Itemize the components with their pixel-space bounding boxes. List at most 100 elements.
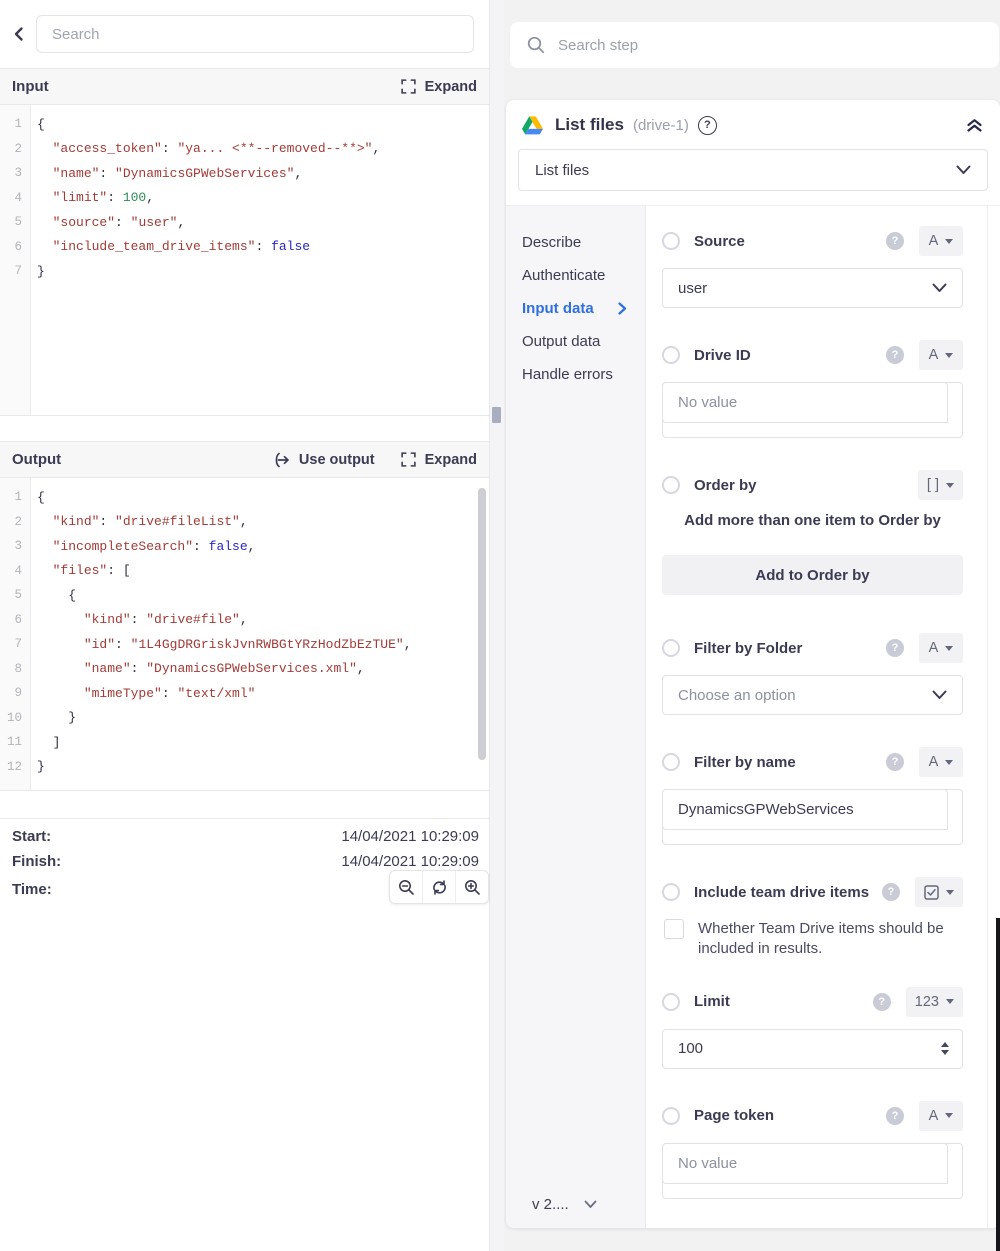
- nav-item-label: Input data: [522, 300, 594, 317]
- help-icon[interactable]: ?: [886, 346, 904, 364]
- page-token-input-value: No value: [678, 1155, 737, 1172]
- help-icon[interactable]: ?: [873, 993, 891, 1011]
- input-expand-button[interactable]: Expand: [401, 79, 477, 95]
- window-scrollbar[interactable]: [996, 918, 1000, 1251]
- back-button[interactable]: [2, 17, 36, 51]
- nav-item-input-data[interactable]: Input data: [506, 292, 645, 325]
- double-chevron-up-icon: [965, 116, 984, 134]
- help-icon[interactable]: ?: [886, 232, 904, 250]
- drive-id-input[interactable]: No value: [662, 382, 948, 423]
- drive-id-input-container[interactable]: No value: [662, 382, 963, 438]
- expand-label: Expand: [425, 79, 477, 95]
- type-badge-label: 123: [915, 994, 939, 1010]
- start-value: 14/04/2021 10:29:09: [341, 828, 479, 845]
- type-badge-label: [ ]: [927, 477, 939, 493]
- order-by-type-selector[interactable]: [ ]: [918, 470, 963, 500]
- drive-id-connect-radio[interactable]: [662, 346, 680, 364]
- filter-by-folder-connect-radio[interactable]: [662, 639, 680, 657]
- help-icon[interactable]: ?: [886, 1107, 904, 1125]
- log-topbar: [0, 0, 489, 68]
- filter-by-name-input-container[interactable]: DynamicsGPWebServices: [662, 789, 963, 845]
- start-row: Start: 14/04/2021 10:29:09: [0, 819, 489, 847]
- code-text: "mimeType": "text/xml": [30, 686, 255, 701]
- filter-by-name-connect-radio[interactable]: [662, 753, 680, 771]
- stepper-up-icon[interactable]: [941, 1042, 949, 1047]
- step-help-icon[interactable]: ?: [698, 116, 717, 135]
- output-scrollbar-thumb[interactable]: [478, 488, 486, 760]
- line-number: 4: [0, 191, 30, 205]
- limit-stepper[interactable]: [941, 1042, 949, 1055]
- output-code-line: 10 }: [0, 706, 489, 731]
- input-code-line: 6 "include_team_drive_items": false: [0, 235, 489, 260]
- input-code-line: 4 "limit": 100,: [0, 186, 489, 211]
- line-number: 5: [0, 215, 30, 229]
- code-text: "kind": "drive#fileList",: [30, 514, 248, 529]
- code-text: "include_team_drive_items": false: [30, 239, 310, 254]
- refresh-button[interactable]: [422, 871, 455, 903]
- filter-by-folder-select[interactable]: Choose an option: [662, 675, 963, 715]
- zoom-in-icon: [464, 879, 481, 896]
- output-panel-header: Output Use output Expand: [0, 441, 489, 478]
- drive-id-type-selector[interactable]: A: [919, 340, 963, 370]
- limit-connect-radio[interactable]: [662, 993, 680, 1011]
- field-label: Page token: [694, 1107, 886, 1124]
- source-type-selector[interactable]: A: [919, 226, 963, 256]
- page-token-input-container[interactable]: No value: [662, 1143, 963, 1199]
- pane-resize-handle[interactable]: [492, 407, 501, 423]
- order-by-connect-radio[interactable]: [662, 476, 680, 494]
- zoom-out-button[interactable]: [390, 871, 422, 903]
- include-team-drive-items-type-selector[interactable]: [915, 877, 963, 907]
- source-select[interactable]: user: [662, 268, 963, 308]
- version-picker[interactable]: v 2....: [532, 1196, 597, 1213]
- include-team-drive-items-connect-radio[interactable]: [662, 883, 680, 901]
- filter-by-folder-type-selector[interactable]: A: [919, 633, 963, 663]
- source-connect-radio[interactable]: [662, 232, 680, 250]
- help-icon[interactable]: ?: [882, 883, 900, 901]
- nav-item-output-data[interactable]: Output data: [506, 325, 645, 358]
- add-to-order-by-button[interactable]: Add to Order by: [662, 555, 963, 595]
- filter-by-name-type-selector[interactable]: A: [919, 747, 963, 777]
- time-label: Time:: [12, 881, 52, 898]
- help-icon[interactable]: ?: [886, 639, 904, 657]
- caret-down-icon: [945, 760, 953, 765]
- step-search-input[interactable]: [558, 37, 982, 54]
- limit-type-selector[interactable]: 123: [906, 987, 963, 1017]
- search-icon: [527, 36, 545, 54]
- include-team-drive-items-checkbox[interactable]: [664, 919, 684, 939]
- page-token-type-selector[interactable]: A: [919, 1101, 963, 1131]
- code-text: {: [30, 490, 45, 505]
- collapse-panel-button[interactable]: [965, 116, 984, 134]
- nav-item-handle-errors[interactable]: Handle errors: [506, 358, 645, 391]
- caret-down-icon: [946, 483, 954, 488]
- limit-number-input[interactable]: 100: [662, 1029, 963, 1069]
- source-header: Source?A: [662, 226, 963, 256]
- line-number: 5: [0, 588, 30, 602]
- google-drive-icon: [522, 116, 543, 135]
- nav-item-authenticate[interactable]: Authenticate: [506, 259, 645, 292]
- output-json-viewer: 1{2 "kind": "drive#fileList",3 "incomple…: [0, 478, 489, 791]
- log-search-input[interactable]: [36, 15, 474, 53]
- page-token-connect-radio[interactable]: [662, 1107, 680, 1125]
- help-icon[interactable]: ?: [886, 753, 904, 771]
- code-text: ]: [30, 735, 60, 750]
- field-label: Filter by Folder: [694, 640, 886, 657]
- field-filter-by-name: Filter by name?ADynamicsGPWebServices: [662, 747, 963, 845]
- use-output-button[interactable]: Use output: [273, 452, 375, 468]
- page-token-input[interactable]: No value: [662, 1143, 948, 1184]
- drive-id-input-value: No value: [678, 394, 737, 411]
- nav-item-describe[interactable]: Describe: [506, 226, 645, 259]
- type-badge-label: A: [929, 640, 939, 656]
- line-number: 6: [0, 240, 30, 254]
- field-source: Source?Auser: [662, 226, 963, 308]
- filter-by-folder-select-value: Choose an option: [678, 687, 796, 704]
- line-number: 7: [0, 637, 30, 651]
- filter-by-name-input[interactable]: DynamicsGPWebServices: [662, 789, 948, 830]
- operation-select[interactable]: List files: [518, 149, 988, 191]
- zoom-in-button[interactable]: [455, 871, 488, 903]
- stepper-down-icon[interactable]: [941, 1050, 949, 1055]
- output-code-line: 8 "name": "DynamicsGPWebServices.xml",: [0, 657, 489, 682]
- type-badge-label: A: [929, 754, 939, 770]
- output-expand-button[interactable]: Expand: [401, 452, 477, 468]
- output-code-line: 9 "mimeType": "text/xml": [0, 681, 489, 706]
- pane-divider: [490, 0, 504, 1251]
